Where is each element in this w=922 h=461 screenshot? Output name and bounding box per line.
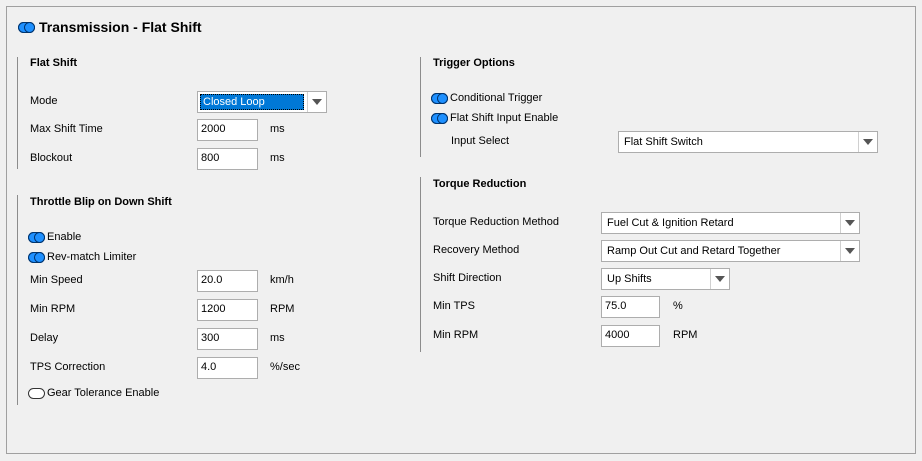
mode-value: Closed Loop [200, 94, 304, 110]
max-shift-time-label: Max Shift Time [30, 123, 103, 135]
enable-label: Enable [47, 231, 82, 243]
reduction-method-dropdown[interactable]: Fuel Cut & Ignition Retard [601, 212, 860, 234]
min-tps-unit: % [673, 300, 683, 312]
chevron-down-icon[interactable] [307, 92, 326, 112]
divider-flat-shift [17, 57, 18, 169]
blockout-unit: ms [270, 152, 285, 164]
min-speed-label: Min Speed [30, 274, 83, 286]
conditional-trigger-toggle[interactable] [431, 93, 448, 104]
max-shift-time-input[interactable]: 2000 [197, 119, 258, 141]
blockout-label: Blockout [30, 152, 73, 164]
input-select-dropdown[interactable]: Flat Shift Switch [618, 131, 878, 153]
tps-correction-label: TPS Correction [30, 361, 106, 373]
chevron-down-icon[interactable] [858, 132, 877, 152]
conditional-trigger-label: Conditional Trigger [450, 92, 543, 104]
mode-label: Mode [30, 95, 58, 107]
min-tps-label: Min TPS [433, 300, 475, 312]
enable-toggle[interactable] [28, 232, 45, 243]
torque-min-rpm-label: Min RPM [433, 329, 479, 341]
shift-direction-value: Up Shifts [607, 273, 652, 285]
max-shift-time-unit: ms [270, 123, 285, 135]
recovery-method-dropdown[interactable]: Ramp Out Cut and Retard Together [601, 240, 860, 262]
divider-throttle-blip [17, 195, 18, 405]
rev-match-label: Rev-match Limiter [47, 251, 137, 263]
blip-min-rpm-input[interactable]: 1200 [197, 299, 258, 321]
shift-direction-dropdown[interactable]: Up Shifts [601, 268, 730, 290]
min-tps-input[interactable]: 75.0 [601, 296, 660, 318]
tps-correction-unit: %/sec [270, 361, 300, 373]
input-enable-toggle[interactable] [431, 113, 448, 124]
flat-shift-heading: Flat Shift [30, 57, 78, 69]
blip-min-rpm-unit: RPM [270, 303, 295, 315]
input-enable-label: Flat Shift Input Enable [450, 112, 559, 124]
input-select-value: Flat Shift Switch [624, 136, 703, 148]
reduction-method-label: Torque Reduction Method [433, 216, 559, 228]
min-speed-input[interactable]: 20.0 [197, 270, 258, 292]
page-title: Transmission - Flat Shift [39, 19, 202, 35]
shift-direction-label: Shift Direction [433, 272, 502, 284]
throttle-blip-heading: Throttle Blip on Down Shift [30, 196, 172, 208]
reduction-method-value: Fuel Cut & Ignition Retard [607, 217, 734, 229]
divider-trigger-options [420, 57, 421, 157]
tps-correction-input[interactable]: 4.0 [197, 357, 258, 379]
chevron-down-icon[interactable] [840, 241, 859, 261]
gear-tolerance-toggle[interactable] [28, 388, 45, 399]
recovery-method-value: Ramp Out Cut and Retard Together [607, 245, 781, 257]
delay-input[interactable]: 300 [197, 328, 258, 350]
torque-min-rpm-unit: RPM [673, 329, 698, 341]
delay-unit: ms [270, 332, 285, 344]
chevron-down-icon[interactable] [840, 213, 859, 233]
divider-torque-reduction [420, 177, 421, 352]
chevron-down-icon[interactable] [710, 269, 729, 289]
rev-match-toggle[interactable] [28, 252, 45, 263]
blockout-input[interactable]: 800 [197, 148, 258, 170]
min-speed-unit: km/h [270, 274, 294, 286]
input-select-label: Input Select [451, 135, 510, 147]
mode-dropdown[interactable]: Closed Loop [197, 91, 327, 113]
gear-tolerance-label: Gear Tolerance Enable [47, 387, 160, 399]
recovery-method-label: Recovery Method [433, 244, 520, 256]
trigger-options-heading: Trigger Options [433, 57, 515, 69]
blip-min-rpm-label: Min RPM [30, 303, 76, 315]
torque-reduction-heading: Torque Reduction [433, 178, 527, 190]
section-enable-toggle[interactable] [18, 22, 35, 33]
delay-label: Delay [30, 332, 59, 344]
torque-min-rpm-input[interactable]: 4000 [601, 325, 660, 347]
